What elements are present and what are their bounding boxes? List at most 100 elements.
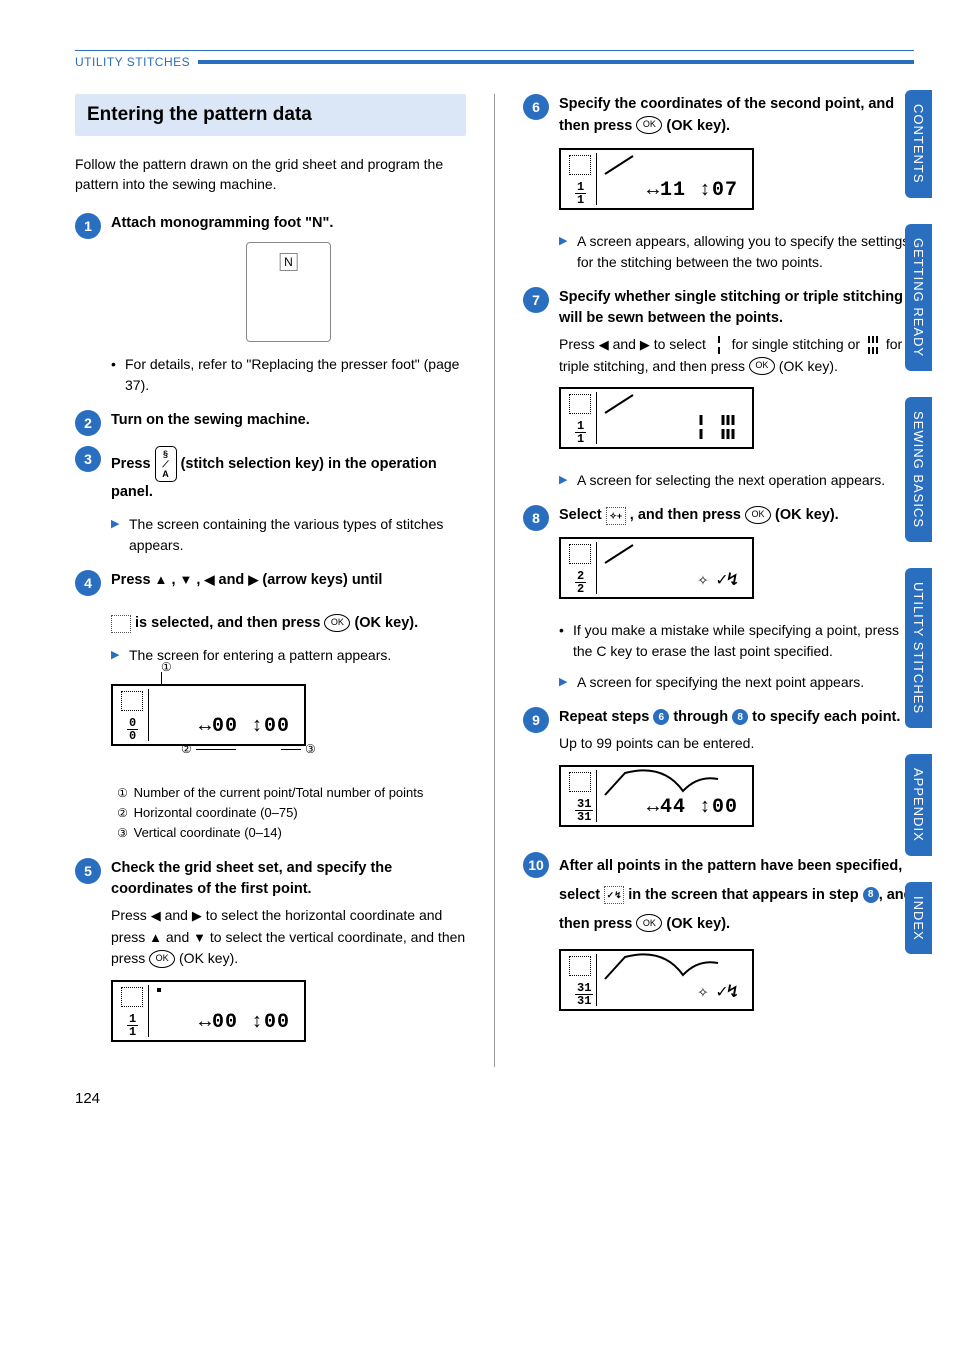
step-10: 10 After all points in the pattern have … [523, 852, 914, 1022]
step-10-head: After all points in the pattern have bee… [559, 852, 914, 939]
step-3: 3 Press §⟋A (stitch selection key) in th… [75, 446, 466, 556]
single-stitch-icon [696, 415, 706, 439]
s4d: (OK key). [354, 615, 418, 631]
s8c: (OK key). [775, 507, 839, 523]
s6b: (OK key). [666, 118, 730, 134]
header-rule-top [75, 50, 914, 51]
step-9-head: Repeat steps 6 through 8 to specify each… [559, 707, 914, 729]
s5and1: and [165, 907, 192, 923]
section-title: Entering the pattern data [75, 94, 466, 136]
header-rule [198, 60, 914, 64]
step-badge-3: 3 [75, 446, 101, 472]
s4and: and [219, 572, 249, 588]
page-number: 124 [75, 1090, 100, 1107]
tab-index[interactable]: INDEX [905, 882, 932, 955]
tab-sewing-basics[interactable]: SEWING BASICS [905, 397, 932, 542]
step-badge-6: 6 [523, 94, 549, 120]
finish-pattern-icon: ✓↯ [716, 569, 738, 591]
step-4-head: Press ▲ , ▼ , ◀ and ▶ (arrow keys) until… [111, 570, 466, 635]
step-7-result: A screen for selecting the next operatio… [559, 470, 914, 491]
step-1: 1 Attach monogramming foot "N". For deta… [75, 213, 466, 397]
s10d: (OK key). [666, 916, 730, 932]
lcd-pattern-icon [603, 769, 743, 799]
header-bar: UTILITY STITCHES [75, 55, 914, 69]
lcd-coords: ↔11 ↕07 [647, 179, 738, 202]
lcd-mode-icon [569, 956, 591, 976]
arrow-left-icon: ◀ [599, 335, 609, 355]
tab-utility-stitches[interactable]: UTILITY STITCHES [905, 568, 932, 728]
lcd-coords: ↔00 ↕00 [199, 715, 290, 738]
s5a: Press [111, 907, 151, 923]
s8a: Select [559, 507, 606, 523]
s9a: Repeat steps [559, 709, 653, 725]
arrow-left-icon: ◀ [204, 570, 214, 590]
page: UTILITY STITCHES Entering the pattern da… [0, 0, 954, 1087]
ref-step-8-icon: 8 [732, 709, 748, 725]
lcd-path-icon [603, 152, 643, 176]
step-7-head: Specify whether single stitching or trip… [559, 287, 914, 331]
step-badge-5: 5 [75, 858, 101, 884]
next-op-icons: ✧ ✓↯ [697, 569, 738, 591]
legend-3: Vertical coordinate (0–14) [134, 825, 282, 840]
arrow-right-icon: ▶ [640, 335, 650, 355]
ok-key-icon: OK [149, 950, 175, 968]
s5d: (OK key). [179, 950, 238, 966]
step-6-head: Specify the coordinates of the second po… [559, 94, 914, 138]
arrow-left-icon: ◀ [151, 906, 161, 926]
lcd-coords: ↔44 ↕00 [647, 796, 738, 819]
add-point-icon: ✧ [697, 569, 708, 591]
s7b: to select [654, 336, 710, 352]
stitch-selection-key-icon: §⟋A [155, 446, 177, 482]
step-badge-9: 9 [523, 707, 549, 733]
s7a: Press [559, 336, 599, 352]
step-5-head: Check the grid sheet set, and specify th… [111, 858, 466, 902]
step-badge-7: 7 [523, 287, 549, 313]
step-1-bullet: For details, refer to "Replacing the pre… [111, 354, 466, 396]
step-5-body: Press ◀ and ▶ to select the horizontal c… [111, 905, 466, 970]
mycustom-stitch-icon [111, 615, 131, 633]
s8b: , and then press [630, 507, 745, 523]
step-badge-2: 2 [75, 410, 101, 436]
add-point-icon: ✧ [697, 981, 708, 1003]
lcd-mode-icon [569, 394, 591, 414]
lcd-mode-icon [569, 155, 591, 175]
left-column: Entering the pattern data Follow the pat… [75, 94, 466, 1067]
step-badge-4: 4 [75, 570, 101, 596]
step-5: 5 Check the grid sheet set, and specify … [75, 858, 466, 1054]
arrow-down-icon: ▼ [180, 570, 193, 590]
step-6-result: A screen appears, allowing you to specif… [559, 231, 914, 273]
step-3-result: The screen containing the various types … [111, 514, 466, 556]
lcd-mode-icon [569, 772, 591, 792]
lcd-mode-icon [121, 691, 143, 711]
lcd-pattern-icon [603, 953, 743, 983]
header-label: UTILITY STITCHES [75, 55, 190, 69]
right-column: 6 Specify the coordinates of the second … [523, 94, 914, 1067]
tab-getting-ready[interactable]: GETTING READY [905, 224, 932, 371]
arrow-up-icon: ▲ [155, 570, 168, 590]
s10b: in the screen that appears in step [628, 887, 863, 903]
step-4: 4 Press ▲ , ▼ , ◀ and ▶ (arrow keys) unt… [75, 570, 466, 844]
arrow-up-icon: ▲ [149, 928, 162, 948]
ok-key-icon: OK [745, 506, 771, 524]
triple-stitch-icon [864, 336, 882, 354]
stitch-options [696, 415, 736, 439]
tab-contents[interactable]: CONTENTS [905, 90, 932, 198]
step-9-body: Up to 99 points can be entered. [559, 733, 914, 755]
step-3-head: Press §⟋A (stitch selection key) in the … [111, 446, 466, 504]
step-2: 2 Turn on the sewing machine. [75, 410, 466, 432]
s5and2: and [166, 929, 193, 945]
step-8-bullet: If you make a mistake while specifying a… [559, 620, 914, 662]
add-point-icon: ✧+ [606, 507, 626, 525]
lcd-step-7: 11 [559, 387, 754, 449]
content-columns: Entering the pattern data Follow the pat… [75, 94, 914, 1067]
step-4-lcd-wrap: ① 0 0 ↔00 ↕00 [111, 674, 466, 757]
s7c: for single stitching or [732, 336, 864, 352]
tab-appendix[interactable]: APPENDIX [905, 754, 932, 856]
s4a: Press [111, 572, 155, 588]
s7and: and [613, 336, 640, 352]
lcd-step-8: 22 ✧ ✓↯ [559, 537, 754, 599]
step-3-head-a: Press [111, 456, 155, 472]
step-7: 7 Specify whether single stitching or tr… [523, 287, 914, 492]
step-9: 9 Repeat steps 6 through 8 to specify ea… [523, 707, 914, 837]
s4b: (arrow keys) until [262, 572, 382, 588]
